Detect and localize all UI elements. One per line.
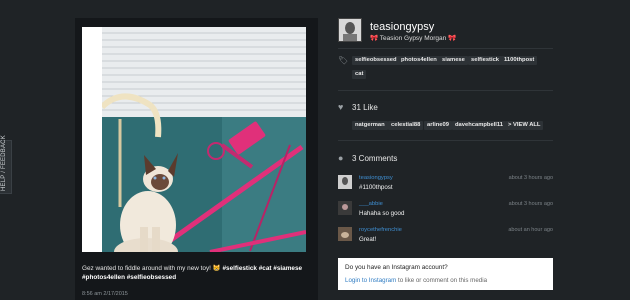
help-feedback-label: HELP / FEEDBACK xyxy=(1,135,7,191)
comment-username[interactable]: teasiongypsy xyxy=(359,175,393,181)
likes-count: 31 Like xyxy=(352,103,378,112)
comment-time: about 3 hours ago xyxy=(508,201,553,207)
comment-item: teasiongypsy #1100thpost about 3 hours a… xyxy=(338,175,553,197)
liker-chip[interactable]: davehcampbell11 xyxy=(452,121,507,130)
tag-icon: 🏷︎ xyxy=(338,56,349,65)
comment-time: about an hour ago xyxy=(508,227,553,233)
caption-text: Gez wanted to fiddle around with my new … xyxy=(82,265,211,272)
tag-chip[interactable]: siamese xyxy=(439,56,468,65)
divider xyxy=(338,48,553,49)
commenter-avatar[interactable] xyxy=(338,227,352,241)
login-line: Login to Instagram to like or comment on… xyxy=(345,277,487,284)
view-all-likes-button[interactable]: > VIEW ALL xyxy=(505,121,544,130)
media-panel: Gez wanted to fiddle around with my new … xyxy=(75,18,318,300)
full-name-text: Teasion Gypsy Morgan xyxy=(379,35,447,42)
comment-icon: ● xyxy=(338,153,344,163)
tag-chip[interactable]: selfiestick xyxy=(468,56,503,65)
liker-chip[interactable]: natgerman xyxy=(352,121,388,130)
heart-icon: ♥ xyxy=(338,102,344,112)
media-caption: Gez wanted to fiddle around with my new … xyxy=(82,264,310,282)
comment-username[interactable]: ___abbie xyxy=(359,201,383,207)
comment-item: ___abbie Hahaha so good about 3 hours ag… xyxy=(338,201,553,223)
cat-emoji-icon: 😸 xyxy=(212,265,221,272)
comment-text: Great! xyxy=(359,236,377,243)
login-link[interactable]: Login to Instagram xyxy=(345,277,396,284)
tag-chip[interactable]: selfieobsessed xyxy=(352,56,400,65)
commenter-avatar[interactable] xyxy=(338,201,352,215)
divider xyxy=(338,90,553,91)
comment-time: about 3 hours ago xyxy=(508,175,553,181)
cat-selfie-stick-image xyxy=(102,27,306,252)
bow-icon: 🎀 xyxy=(448,35,457,42)
media-photo[interactable] xyxy=(82,27,306,252)
comments-count: 3 Comments xyxy=(352,154,398,163)
divider xyxy=(338,140,553,141)
login-prompt: Do you have an Instagram account? Login … xyxy=(338,258,553,290)
bow-icon: 🎀 xyxy=(370,35,379,42)
tag-chip[interactable]: photos4ellen xyxy=(398,56,440,65)
login-question: Do you have an Instagram account? xyxy=(345,264,448,271)
avatar-image xyxy=(339,19,361,41)
media-timestamp: 8:56 am 2/17/2015 xyxy=(82,291,128,297)
tag-chip[interactable]: 1100thpost xyxy=(501,56,538,65)
liker-chip[interactable]: arline09 xyxy=(424,121,452,130)
profile-username[interactable]: teasiongypsy xyxy=(370,21,434,33)
liker-chip[interactable]: celestial88 xyxy=(388,121,424,130)
login-rest-text: to like or comment on this media xyxy=(396,277,488,284)
profile-avatar[interactable] xyxy=(338,18,362,42)
commenter-avatar[interactable] xyxy=(338,175,352,189)
comment-username[interactable]: roycethefrenchie xyxy=(359,227,402,233)
profile-full-name: 🎀 Teasion Gypsy Morgan 🎀 xyxy=(370,34,456,42)
tag-chip[interactable]: cat xyxy=(352,70,367,79)
comment-item: roycethefrenchie Great! about an hour ag… xyxy=(338,227,553,249)
help-feedback-tab[interactable]: HELP / FEEDBACK xyxy=(0,135,12,194)
comment-text: #1100thpost xyxy=(359,184,393,191)
comment-text: Hahaha so good xyxy=(359,210,405,217)
